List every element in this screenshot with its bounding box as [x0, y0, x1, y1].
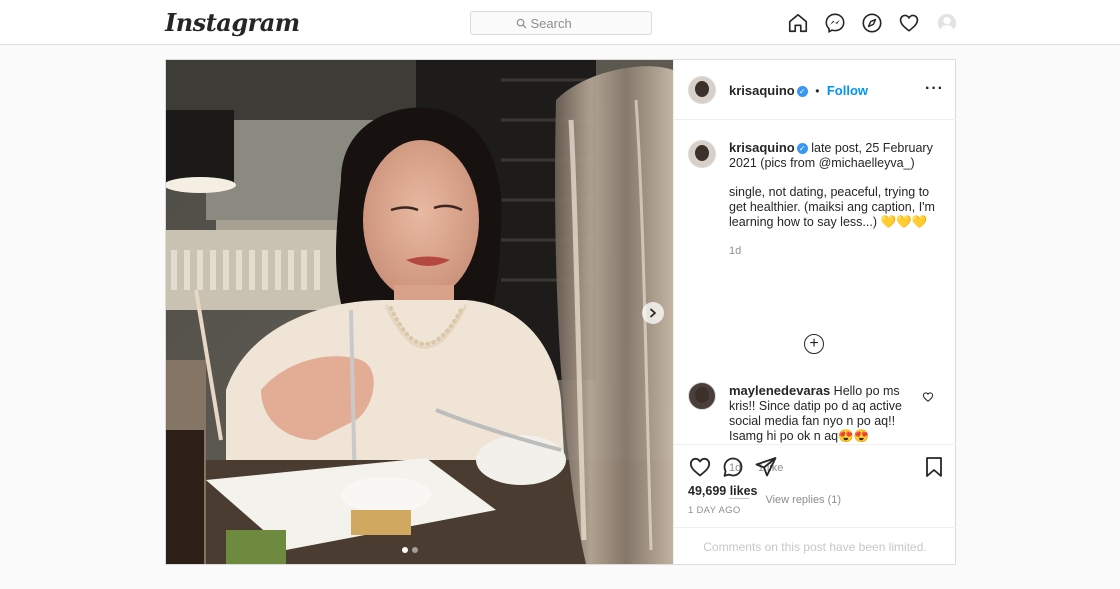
- search-icon: [516, 18, 526, 28]
- commenter-avatar[interactable]: [688, 382, 716, 410]
- comments-limited-notice: Comments on this post have been limited.: [674, 527, 956, 565]
- activity-heart-icon[interactable]: [897, 11, 921, 35]
- carousel-dot: [412, 547, 418, 553]
- photo-illustration: [166, 60, 673, 564]
- verified-badge-icon: ✓: [796, 86, 808, 97]
- comment-username[interactable]: maylenedevaras: [729, 383, 830, 398]
- search-box[interactable]: [470, 11, 652, 35]
- separator-dot: •: [815, 84, 820, 98]
- post-sidebar: krisaquino ✓ • Follow ··· krisaquino ✓ lat…: [673, 60, 956, 564]
- caption: krisaquino ✓ late post, 25 February 2021 …: [729, 140, 944, 257]
- comment-body: maylenedevaras Hello po ms kris!! Since …: [729, 383, 919, 444]
- profile-avatar[interactable]: [935, 11, 959, 35]
- author-username[interactable]: krisaquino: [729, 83, 795, 98]
- more-options-icon[interactable]: ···: [925, 80, 944, 98]
- carousel-next-button[interactable]: [642, 302, 664, 324]
- post-card: krisaquino ✓ • Follow ··· krisaquino ✓ lat…: [165, 59, 956, 565]
- post-timestamp: 1 DAY AGO: [688, 505, 741, 516]
- chevron-right-icon: [650, 308, 656, 318]
- caption-age: 1d: [729, 245, 742, 257]
- comment-bubble-icon[interactable]: [721, 455, 745, 479]
- instagram-logo[interactable]: Instagram: [165, 8, 300, 37]
- carousel-dot-active: [402, 547, 408, 553]
- comment-like-heart-icon[interactable]: [922, 390, 934, 408]
- home-icon[interactable]: [786, 11, 810, 35]
- comments-section: krisaquino ✓ late post, 25 February 2021 …: [674, 120, 956, 506]
- caption-line1-row: krisaquino ✓ late post, 25 February 2021 …: [729, 140, 944, 171]
- top-navigation-bar: Instagram: [0, 0, 1120, 45]
- likes-count[interactable]: 49,699 likes: [688, 484, 758, 498]
- like-heart-icon[interactable]: [688, 455, 712, 479]
- search-input[interactable]: [526, 15, 607, 31]
- follow-button[interactable]: Follow: [827, 83, 868, 98]
- post-header: krisaquino ✓ • Follow ···: [674, 60, 956, 120]
- verified-badge-icon: ✓: [796, 143, 808, 154]
- carousel-indicator: [402, 547, 418, 553]
- author-line: krisaquino ✓ • Follow: [729, 82, 868, 100]
- post-photo[interactable]: [166, 60, 673, 564]
- caption-author-avatar[interactable]: [688, 140, 716, 168]
- author-avatar[interactable]: [688, 76, 716, 104]
- post-actions: 49,699 likes 1 DAY AGO Comments on this …: [674, 444, 956, 564]
- messenger-icon[interactable]: [823, 11, 847, 35]
- load-more-comments-button[interactable]: +: [804, 334, 824, 354]
- explore-icon[interactable]: [860, 11, 884, 35]
- caption-text-2: single, not dating, peaceful, trying to …: [729, 185, 935, 229]
- share-paper-plane-icon[interactable]: [754, 455, 778, 479]
- bookmark-save-icon[interactable]: [922, 455, 946, 479]
- caption-author-username[interactable]: krisaquino: [729, 140, 795, 155]
